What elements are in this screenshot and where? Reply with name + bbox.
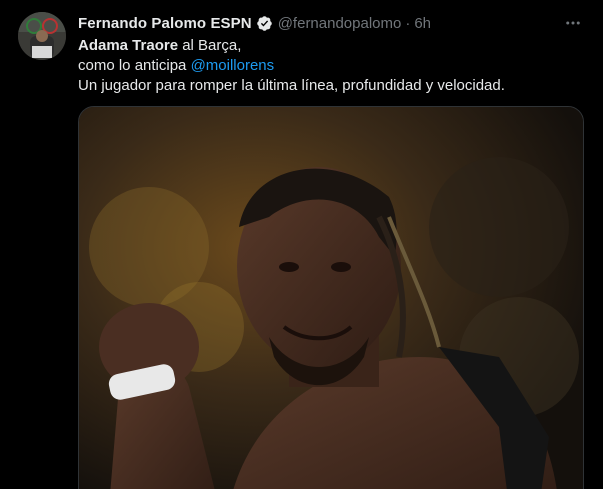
verified-badge-icon — [256, 15, 273, 32]
separator-dot: · — [405, 14, 411, 32]
tweet-text-prefix: como lo anticipa — [78, 57, 191, 74]
more-options-icon[interactable] — [563, 13, 583, 33]
tweet-text-rest: al Barça, — [178, 37, 242, 54]
tweet-card[interactable]: Fernando Palomo ESPN @fernandopalomo · 6… — [0, 0, 603, 489]
tweet-line-3: Un jugador para romper la última línea, … — [78, 77, 505, 94]
author-avatar[interactable] — [18, 12, 66, 60]
mention-link[interactable]: @moillorens — [191, 57, 275, 74]
tweet-timestamp[interactable]: 6h — [414, 15, 431, 32]
tweet-header: Fernando Palomo ESPN @fernandopalomo · 6… — [78, 12, 431, 34]
tweet-line-2: como lo anticipa @moillorens — [78, 56, 588, 76]
tweet-text: Adama Traore al Barça, como lo anticipa … — [78, 36, 588, 96]
tweet-photo[interactable] — [78, 106, 584, 489]
tweet-line-1: Adama Traore al Barça, — [78, 36, 588, 56]
author-name[interactable]: Fernando Palomo ESPN — [78, 15, 252, 32]
tweet-bold-text: Adama Traore — [78, 37, 179, 54]
author-handle[interactable]: @fernandopalomo — [278, 15, 402, 32]
